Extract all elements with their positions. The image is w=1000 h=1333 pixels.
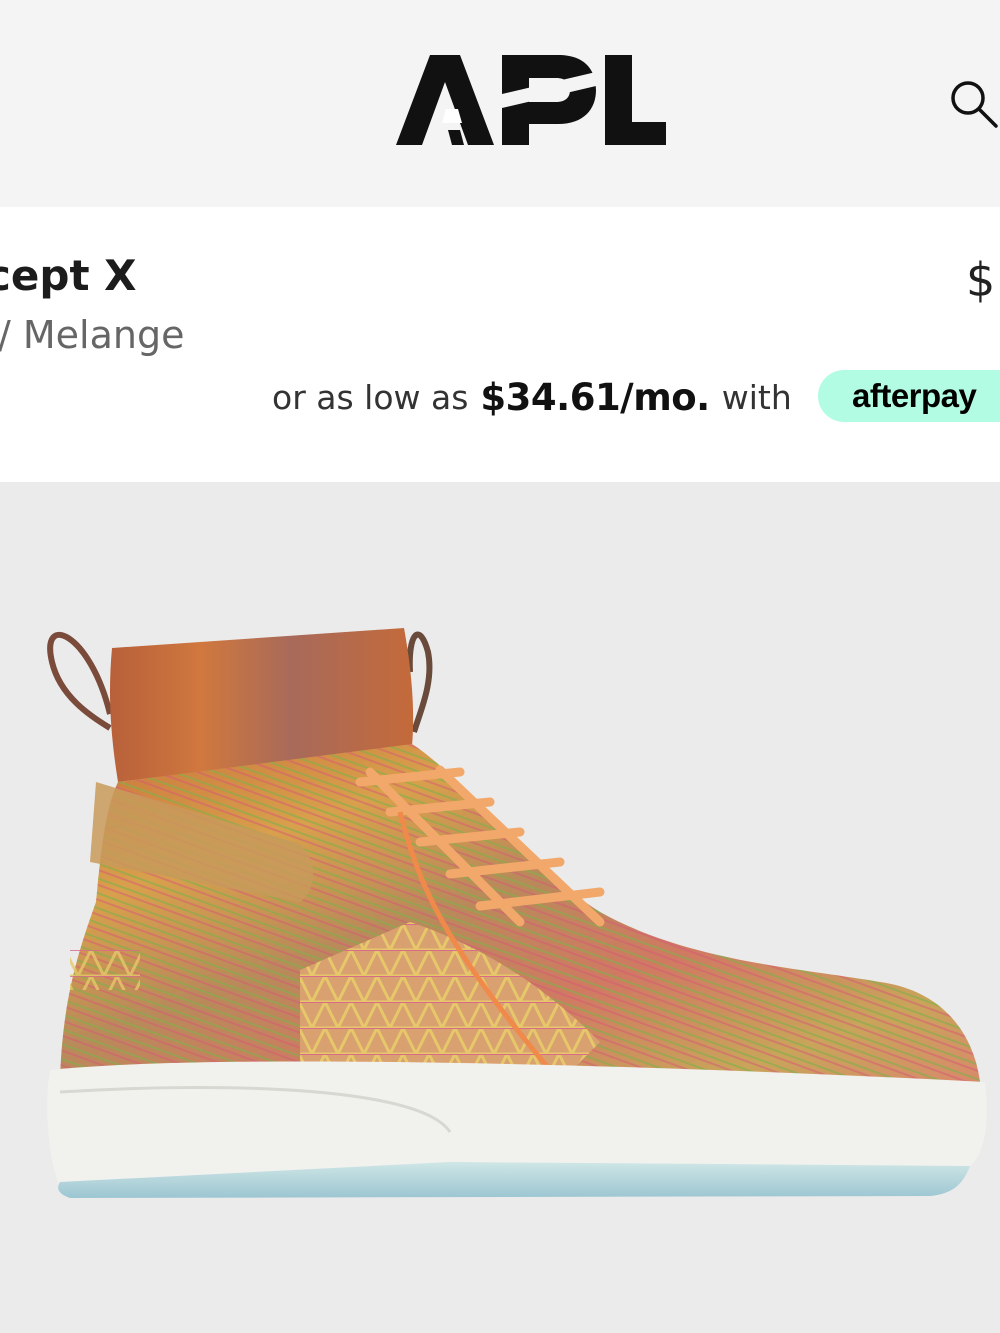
product-info: cept X / Melange $ or as low as $34.61/m… (0, 207, 1000, 482)
sneaker-image (47, 628, 987, 1198)
product-price: $ (966, 253, 996, 307)
installment-amount: $34.61/mo. (480, 375, 710, 419)
installment-message: or as low as $34.61/mo. with (272, 375, 808, 419)
site-header (0, 0, 1000, 207)
apl-logo-mark (396, 55, 666, 145)
apl-logo[interactable] (396, 52, 666, 152)
installment-with: with (721, 377, 792, 417)
search-button[interactable] (944, 76, 1000, 132)
product-name: cept X (0, 251, 137, 300)
search-icon (951, 81, 998, 128)
product-image[interactable] (0, 482, 1000, 1333)
afterpay-label: afterpay (852, 377, 977, 414)
afterpay-badge[interactable]: afterpay (818, 370, 1000, 422)
product-color: / Melange (0, 313, 185, 357)
installment-prefix: or as low as (272, 377, 469, 417)
